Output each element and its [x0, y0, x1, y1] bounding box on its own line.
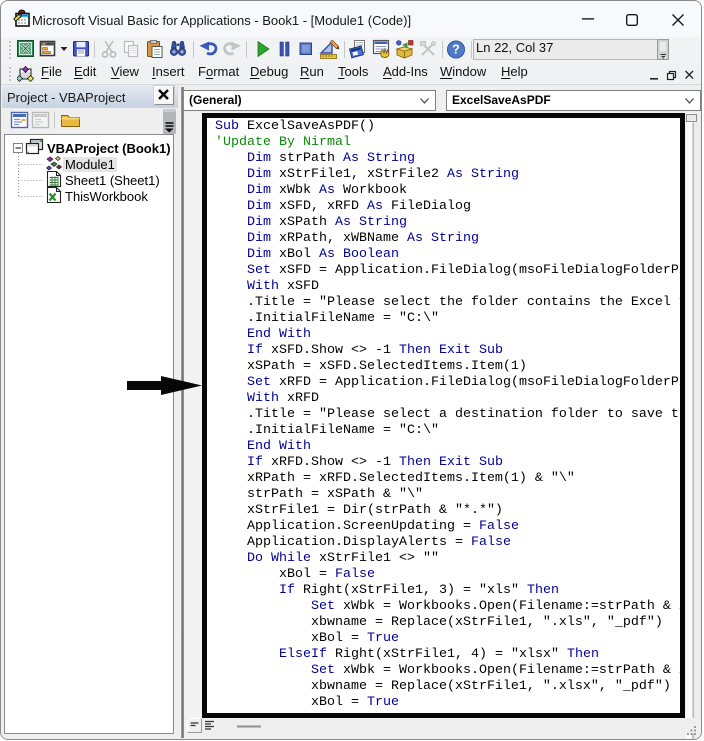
svg-text:?: ? [452, 43, 460, 57]
